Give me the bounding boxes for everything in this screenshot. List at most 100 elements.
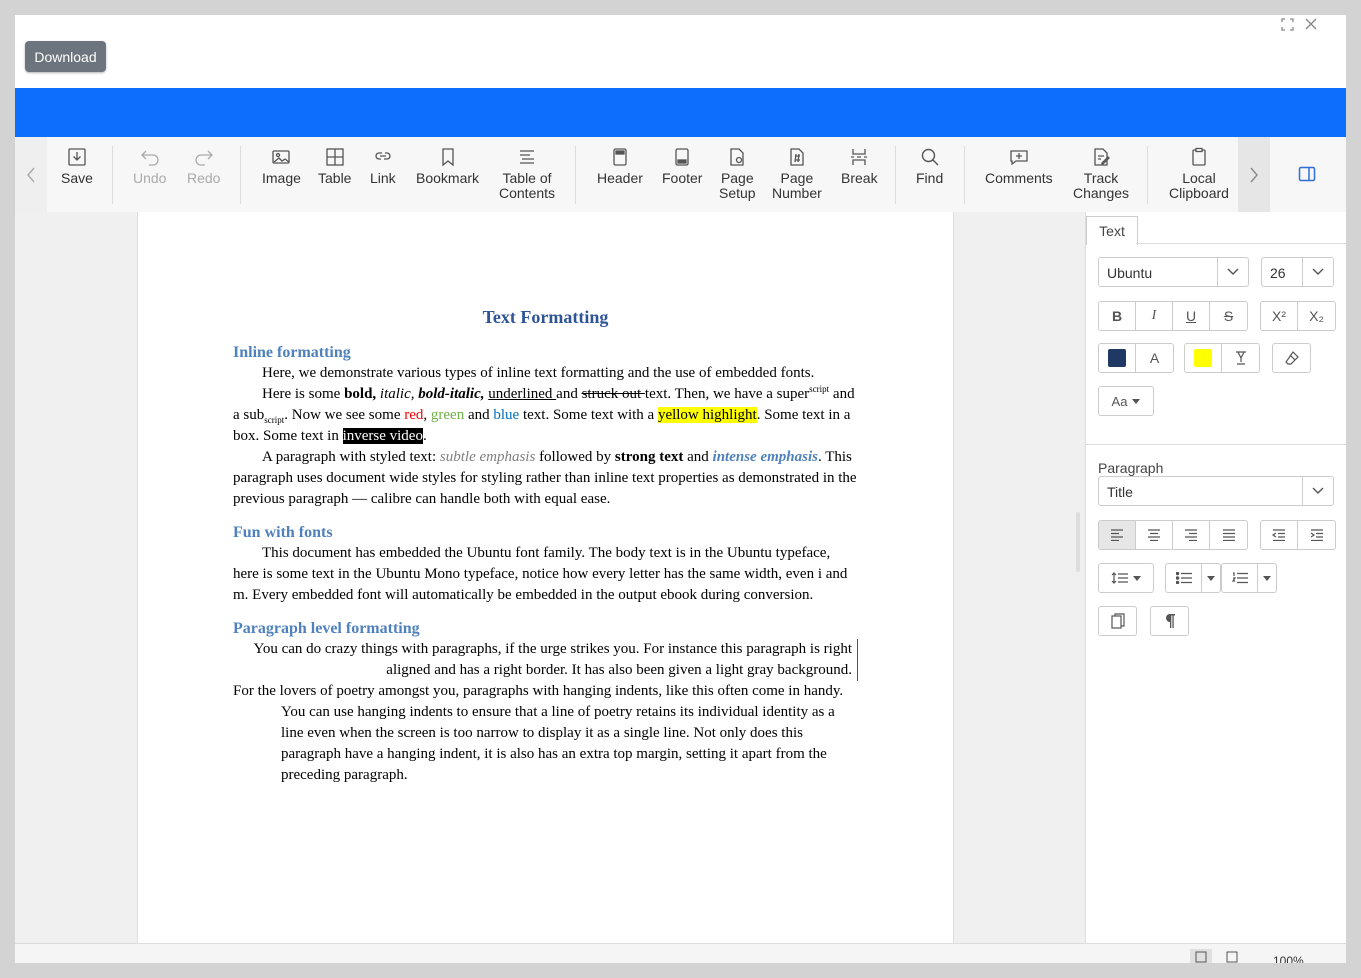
highlight-color-swatch: [1194, 349, 1212, 367]
align-center-button[interactable]: [1136, 521, 1173, 549]
comments-button[interactable]: Comments: [985, 147, 1053, 186]
find-label: Find: [916, 170, 944, 186]
image-label: Image: [262, 170, 301, 186]
table-button[interactable]: Table: [318, 147, 351, 186]
tab-divider: [1136, 243, 1346, 244]
font-family-dropdown[interactable]: Ubuntu: [1098, 257, 1249, 287]
bullet-list-button[interactable]: [1166, 564, 1202, 592]
numbered-list-group: [1221, 563, 1277, 593]
tab-text[interactable]: Text: [1086, 216, 1138, 245]
page-setup-button[interactable]: Page Setup: [719, 147, 756, 201]
footer-label: Footer: [662, 170, 703, 186]
strikethrough-button[interactable]: S: [1210, 302, 1247, 330]
image-button[interactable]: Image: [262, 147, 301, 186]
local-clipboard-button[interactable]: Local Clipboard: [1169, 147, 1229, 201]
close-icon[interactable]: [1304, 17, 1318, 31]
table-label: Table: [318, 170, 352, 186]
comment-icon: [1010, 150, 1028, 166]
bold-button[interactable]: B: [1099, 302, 1136, 330]
link-button[interactable]: Link: [370, 147, 396, 186]
clipboard-label-line2: Clipboard: [1169, 185, 1229, 201]
caret-down-icon: [1133, 575, 1141, 581]
chevron-down-icon: [1217, 258, 1248, 286]
toolbar-scroll-left[interactable]: [15, 137, 47, 212]
toolbar-separator: [112, 146, 113, 204]
underline-button[interactable]: U: [1173, 302, 1210, 330]
document-content[interactable]: Text Formatting Inline formatting Here, …: [233, 307, 858, 786]
line-spacing-button[interactable]: [1099, 564, 1153, 592]
bullet-list-icon: [1175, 572, 1192, 584]
numbered-list-button[interactable]: [1222, 564, 1258, 592]
image-icon: [272, 150, 291, 164]
header-banner: [15, 88, 1346, 137]
track-changes-button[interactable]: Track Changes: [1073, 147, 1129, 201]
maximize-icon[interactable]: [1280, 17, 1294, 31]
highlighter-icon: [1235, 351, 1246, 365]
paragraph-paste-button[interactable]: [1099, 607, 1136, 635]
search-icon: [921, 148, 939, 166]
font-color-swatch: [1108, 349, 1126, 367]
font-size-dropdown[interactable]: 26: [1261, 257, 1334, 287]
toolbar-scroll-right[interactable]: [1238, 137, 1270, 212]
paragraph-style-dropdown[interactable]: Title: [1098, 476, 1334, 506]
footer-button[interactable]: Footer: [662, 147, 702, 186]
section-divider: [1086, 444, 1346, 445]
bullet-list-dropdown[interactable]: [1202, 564, 1220, 592]
undo-icon: [140, 150, 159, 166]
web-layout-icon[interactable]: [1221, 949, 1243, 963]
save-label: Save: [61, 170, 93, 186]
show-formatting-marks-button[interactable]: [1151, 607, 1188, 635]
document-page[interactable]: Text Formatting Inline formatting Here, …: [137, 212, 954, 943]
paragraph-5-right-aligned: You can do crazy things with paragraphs,…: [233, 639, 858, 681]
header-icon: [613, 148, 627, 166]
page-number-label-line2: Number: [772, 185, 822, 201]
heading-paragraph-level: Paragraph level formatting: [233, 620, 420, 637]
download-button[interactable]: Download: [25, 41, 106, 72]
toolbar-separator: [575, 146, 576, 204]
align-right-button[interactable]: [1173, 521, 1210, 549]
toolbar-separator: [895, 146, 896, 204]
clipboard-icon: [1192, 147, 1206, 166]
break-button[interactable]: Break: [841, 147, 878, 186]
change-case-button[interactable]: Aa: [1099, 387, 1153, 415]
save-button[interactable]: Save: [61, 147, 93, 186]
highlight-picker-button[interactable]: [1222, 344, 1259, 372]
find-button[interactable]: Find: [916, 147, 943, 186]
link-label: Link: [370, 170, 396, 186]
paragraph-3: A paragraph with styled text: subtle emp…: [233, 449, 857, 507]
bookmark-button[interactable]: Bookmark: [416, 147, 479, 186]
table-of-contents-button[interactable]: Table of Contents: [499, 147, 555, 201]
clear-formatting-button[interactable]: [1273, 344, 1310, 372]
properties-pane-toggle-icon[interactable]: [1298, 165, 1316, 183]
page-setup-icon: [730, 148, 744, 166]
redo-icon: [195, 150, 213, 166]
chevron-down-icon: [1302, 477, 1333, 505]
undo-button[interactable]: Undo: [133, 147, 166, 186]
font-color-picker-button[interactable]: A: [1136, 344, 1173, 372]
highlight-color-button[interactable]: [1185, 344, 1222, 372]
redo-button[interactable]: Redo: [187, 147, 220, 186]
italic-button[interactable]: I: [1136, 302, 1173, 330]
print-layout-icon[interactable]: [1190, 949, 1212, 963]
table-icon: [326, 148, 344, 166]
paragraph-6-hanging-indent: For the lovers of poetry amongst you, pa…: [233, 683, 844, 783]
font-color-button[interactable]: [1099, 344, 1136, 372]
track-changes-label-line2: Changes: [1073, 185, 1130, 201]
zoom-level[interactable]: 100%: [1273, 954, 1304, 963]
numbered-list-dropdown[interactable]: [1258, 564, 1276, 592]
decrease-indent-button[interactable]: [1261, 521, 1298, 549]
align-left-button[interactable]: [1099, 521, 1136, 549]
clipboard-label-line1: Local: [1182, 170, 1216, 186]
subscript-button[interactable]: X₂: [1298, 302, 1335, 330]
header-button[interactable]: Header: [597, 147, 643, 186]
caret-down-icon: [1132, 398, 1141, 404]
page-number-button[interactable]: Page Number: [772, 147, 822, 201]
track-changes-icon: [1094, 148, 1110, 166]
increase-indent-button[interactable]: [1298, 521, 1335, 549]
pilcrow-icon: [1165, 614, 1175, 628]
undo-label: Undo: [133, 170, 167, 186]
document-scrollbar[interactable]: [1076, 512, 1080, 572]
superscript-button[interactable]: X²: [1261, 302, 1298, 330]
justify-button[interactable]: [1210, 521, 1247, 549]
toc-icon: [520, 150, 535, 164]
